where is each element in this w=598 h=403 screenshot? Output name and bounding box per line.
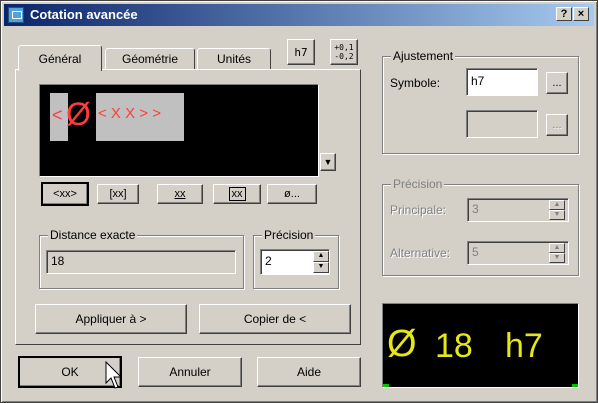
spin-up-icon[interactable]: ▲ bbox=[549, 243, 565, 253]
apply-to-button[interactable]: Appliquer à > bbox=[35, 304, 187, 334]
app-icon bbox=[8, 7, 24, 23]
tab-geometrie[interactable]: Géométrie bbox=[105, 48, 195, 70]
format-angle-brackets-button[interactable]: <xx> bbox=[41, 182, 89, 206]
preview-marker-right bbox=[572, 384, 578, 387]
spin-up-icon[interactable]: ▲ bbox=[313, 251, 329, 262]
tab-general[interactable]: Général bbox=[18, 45, 102, 71]
title-bar[interactable]: Cotation avancée ? × bbox=[4, 4, 594, 26]
principale-label: Principale: bbox=[390, 203, 447, 217]
tab-unites[interactable]: Unités bbox=[197, 48, 271, 70]
format-box-button[interactable]: xx bbox=[213, 184, 261, 204]
editor-text-right: < X X > > bbox=[98, 105, 161, 122]
cancel-button[interactable]: Annuler bbox=[138, 357, 242, 387]
spin-down-icon[interactable]: ▼ bbox=[549, 210, 565, 220]
format-square-brackets-button[interactable]: [xx] bbox=[97, 184, 139, 204]
format-box-label: xx bbox=[228, 187, 246, 201]
dimension-preview: Ø 18 h7 bbox=[382, 303, 579, 388]
precision-legend: Précision bbox=[391, 177, 445, 191]
symbol-browse-button[interactable]: ... bbox=[546, 72, 568, 94]
symbol-secondary-browse-button[interactable]: ... bbox=[546, 114, 568, 136]
ajustement-legend: Ajustement bbox=[391, 49, 456, 63]
editor-dropdown-button[interactable]: ▼ bbox=[320, 153, 336, 171]
alternative-spinner[interactable]: ▲ ▼ bbox=[549, 243, 565, 263]
precision-small-legend: Précision bbox=[262, 228, 316, 242]
mouse-cursor-icon bbox=[105, 361, 123, 389]
symbol-secondary-field bbox=[466, 110, 538, 138]
alternative-label: Alternative: bbox=[390, 246, 451, 260]
spin-down-icon[interactable]: ▼ bbox=[313, 262, 329, 273]
preview-marker-left bbox=[383, 384, 389, 387]
help-title-button[interactable]: ? bbox=[556, 7, 572, 21]
help-button[interactable]: Aide bbox=[257, 357, 361, 387]
editor-text-left: < bbox=[52, 105, 63, 125]
format-underline-button[interactable]: xx bbox=[157, 184, 203, 204]
copy-from-button[interactable]: Copier de < bbox=[199, 304, 351, 334]
chevron-down-icon: ▼ bbox=[323, 157, 333, 167]
distance-legend: Distance exacte bbox=[48, 228, 138, 242]
preview-diameter-symbol: Ø bbox=[387, 323, 417, 365]
spin-down-icon[interactable]: ▼ bbox=[549, 253, 565, 263]
dimension-text-editor[interactable]: < Ø < X X > > bbox=[39, 84, 319, 177]
distance-field: 18 bbox=[46, 250, 236, 274]
tolerance-deviation-button[interactable]: +0,1 -0,2 bbox=[330, 39, 358, 65]
window-title: Cotation avancée bbox=[30, 7, 138, 22]
tolerance-h7-button[interactable]: h7 bbox=[287, 39, 315, 65]
symbol-input[interactable]: h7 bbox=[466, 68, 538, 96]
preview-tolerance: h7 bbox=[505, 327, 543, 365]
spin-up-icon[interactable]: ▲ bbox=[549, 200, 565, 210]
dialog-window: Cotation avancée ? × Général Géométrie U… bbox=[0, 0, 598, 403]
close-title-button[interactable]: × bbox=[573, 7, 589, 21]
precision-small-spinner[interactable]: ▲ ▼ bbox=[313, 251, 329, 273]
format-symbol-button[interactable]: ø... bbox=[267, 184, 317, 204]
preview-value: 18 bbox=[435, 327, 473, 365]
symbol-label: Symbole: bbox=[390, 76, 441, 90]
editor-diameter-symbol: Ø bbox=[66, 96, 91, 132]
principale-spinner[interactable]: ▲ ▼ bbox=[549, 200, 565, 220]
